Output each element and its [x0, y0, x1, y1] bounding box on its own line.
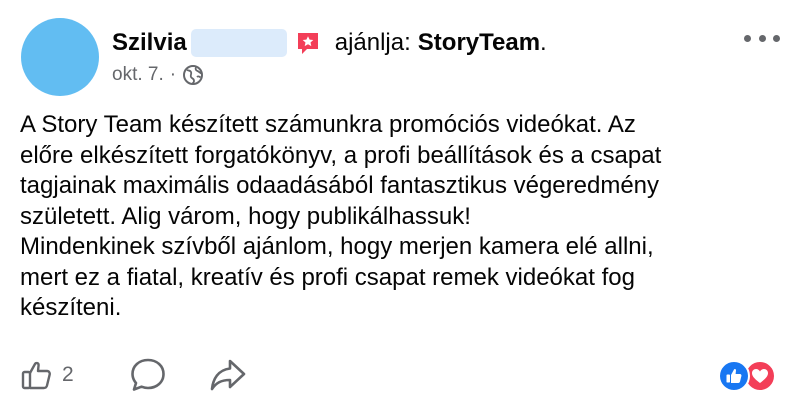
recommends-label: ajánlja:	[334, 29, 411, 56]
page-name-period: .	[540, 29, 547, 56]
post-card: Szilvia ajánlja: StoryTeam . okt. 7. · A…	[0, 0, 800, 409]
meta-separator: ·	[169, 64, 177, 85]
thumbs-up-icon	[21, 361, 51, 390]
post-date[interactable]: okt. 7.	[112, 64, 164, 86]
post-header: Szilvia ajánlja: StoryTeam .	[112, 26, 547, 60]
post-text-line: Mindenkinek szívből ajánlom, hogy merjen…	[20, 233, 654, 260]
post-text-line: tagjainak maximális odaadásából fantaszt…	[20, 172, 660, 199]
reactions-summary[interactable]	[718, 360, 782, 392]
action-bar: 2	[0, 350, 800, 400]
more-options-icon[interactable]	[744, 26, 780, 50]
share-arrow-icon[interactable]	[208, 356, 248, 394]
more-dot	[773, 34, 780, 42]
more-dot	[744, 34, 751, 42]
post-text-line: készíteni.	[20, 294, 122, 321]
post-text-line: A Story Team készített számunkra promóci…	[20, 111, 636, 138]
like-button[interactable]: 2	[20, 356, 74, 394]
like-count: 2	[62, 363, 74, 386]
post-body: A Story Team készített számunkra promóci…	[20, 110, 790, 324]
more-dot	[758, 34, 766, 42]
page-name-link[interactable]: StoryTeam	[418, 29, 540, 57]
post-text-line: előre elkészített forgatókönyv, a profi …	[20, 141, 662, 169]
post-meta: okt. 7. ·	[112, 62, 204, 88]
recommend-star-icon	[297, 33, 318, 54]
redacted-name-block	[190, 29, 287, 57]
comment-bubble-icon[interactable]	[128, 356, 168, 394]
avatar[interactable]	[21, 18, 99, 96]
like-reaction-icon	[718, 360, 750, 392]
post-text-line: mert ez a fiatal, kreatív és profi csapa…	[20, 263, 635, 291]
post-text-line: született. Alig várom, hogy publikálhass…	[20, 202, 471, 230]
globe-icon[interactable]	[182, 64, 204, 86]
author-name[interactable]: Szilvia	[112, 29, 187, 57]
